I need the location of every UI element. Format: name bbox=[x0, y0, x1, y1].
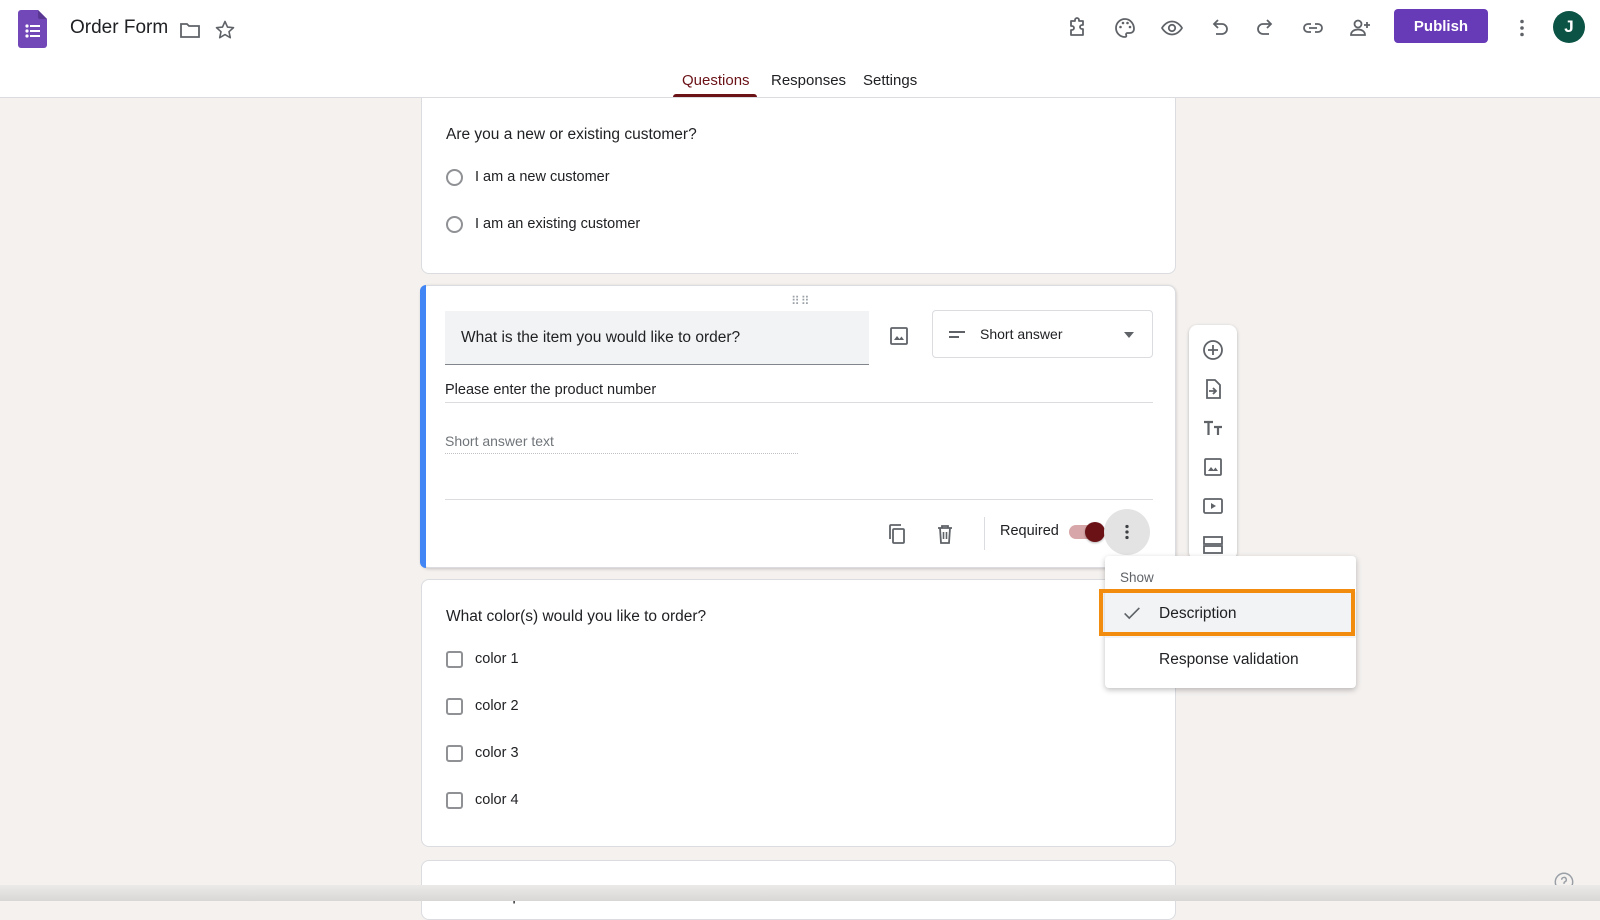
more-options-icon[interactable] bbox=[1508, 14, 1536, 42]
question-type-dropdown[interactable]: Short answer bbox=[932, 310, 1153, 358]
forms-logo-icon[interactable] bbox=[18, 10, 47, 48]
import-questions-icon[interactable] bbox=[1201, 377, 1225, 401]
checkbox[interactable] bbox=[446, 650, 463, 668]
radio-button[interactable] bbox=[446, 215, 463, 233]
highlight-annotation bbox=[1099, 589, 1355, 636]
add-image-icon[interactable] bbox=[1201, 455, 1225, 479]
required-label: Required bbox=[1000, 523, 1059, 539]
option-label: I am a new customer bbox=[475, 169, 610, 185]
toggle-thumb[interactable] bbox=[1085, 522, 1105, 542]
tab-bar: Questions Responses Settings bbox=[0, 70, 1600, 98]
menu-item-label: Response validation bbox=[1159, 651, 1299, 668]
delete-trash-icon[interactable] bbox=[933, 522, 957, 546]
option-label: color 2 bbox=[475, 698, 519, 714]
footer-separator bbox=[984, 517, 985, 550]
active-card-indicator bbox=[420, 285, 426, 568]
checkbox-option[interactable]: color 3 bbox=[446, 742, 519, 764]
question-title-input[interactable]: What is the item you would like to order… bbox=[445, 311, 869, 365]
option-label: I am an existing customer bbox=[475, 216, 641, 232]
radio-button[interactable] bbox=[446, 168, 463, 186]
tab-settings[interactable]: Settings bbox=[863, 72, 917, 89]
question-type-label: Short answer bbox=[980, 326, 1063, 342]
doc-title[interactable]: Order Form bbox=[70, 17, 168, 39]
option-label: color 3 bbox=[475, 745, 519, 761]
menu-item-description[interactable]: Description bbox=[1099, 589, 1356, 638]
radio-option[interactable]: I am a new customer bbox=[446, 166, 610, 188]
short-answer-icon bbox=[949, 331, 965, 338]
menu-section-header: Show bbox=[1120, 570, 1154, 585]
publish-button[interactable]: Publish bbox=[1394, 9, 1488, 43]
divider bbox=[445, 499, 1153, 500]
duplicate-icon[interactable] bbox=[885, 522, 909, 546]
star-icon[interactable] bbox=[213, 18, 237, 42]
drag-handle-icon[interactable]: ⠿⠿ bbox=[791, 294, 811, 308]
top-bar: Order Form Publish J Questions Responses… bbox=[0, 0, 1600, 98]
add-video-icon[interactable] bbox=[1201, 494, 1225, 518]
folder-icon[interactable] bbox=[178, 18, 202, 42]
tab-responses[interactable]: Responses bbox=[771, 72, 846, 89]
question-card-customer-type[interactable]: Are you a new or existing customer? I am… bbox=[421, 98, 1176, 274]
question-title: Are you a new or existing customer? bbox=[446, 126, 697, 143]
preview-eye-icon[interactable] bbox=[1158, 14, 1186, 42]
question-card-item[interactable]: ⠿⠿ What is the item you would like to or… bbox=[420, 285, 1176, 568]
question-card-colors[interactable]: What color(s) would you like to order? c… bbox=[421, 579, 1176, 847]
tab-questions[interactable]: Questions bbox=[682, 72, 750, 89]
active-tab-indicator bbox=[673, 94, 757, 97]
question-title: What color(s) would you like to order? bbox=[446, 608, 707, 625]
option-label: color 4 bbox=[475, 792, 519, 808]
option-label: color 1 bbox=[475, 651, 519, 667]
menu-item-response-validation[interactable]: Response validation bbox=[1105, 638, 1356, 684]
checkbox[interactable] bbox=[446, 791, 463, 809]
checkbox-option[interactable]: color 2 bbox=[446, 695, 519, 717]
addons-icon[interactable] bbox=[1064, 14, 1092, 42]
add-title-icon[interactable] bbox=[1201, 416, 1225, 440]
bottom-shadow bbox=[0, 885, 1600, 901]
question-more-button[interactable] bbox=[1104, 509, 1150, 555]
checkbox[interactable] bbox=[446, 744, 463, 762]
question-description-input[interactable]: Please enter the product number bbox=[445, 382, 1153, 403]
side-toolbar bbox=[1189, 325, 1237, 560]
add-collaborator-icon[interactable] bbox=[1346, 14, 1374, 42]
link-icon[interactable] bbox=[1299, 14, 1327, 42]
add-image-icon[interactable] bbox=[887, 324, 911, 348]
short-answer-placeholder: Short answer text bbox=[445, 433, 798, 454]
more-vert-icon bbox=[1125, 524, 1129, 540]
add-question-icon[interactable] bbox=[1201, 338, 1225, 362]
undo-icon[interactable] bbox=[1205, 14, 1233, 42]
avatar[interactable]: J bbox=[1553, 11, 1585, 43]
checkbox[interactable] bbox=[446, 697, 463, 715]
checkbox-option[interactable]: color 4 bbox=[446, 789, 519, 811]
radio-option[interactable]: I am an existing customer bbox=[446, 213, 640, 235]
question-options-menu: Show Description Response validation bbox=[1099, 556, 1356, 688]
redo-icon[interactable] bbox=[1252, 14, 1280, 42]
dropdown-arrow-icon bbox=[1124, 332, 1134, 338]
palette-icon[interactable] bbox=[1111, 14, 1139, 42]
checkbox-option[interactable]: color 1 bbox=[446, 648, 519, 670]
add-section-icon[interactable] bbox=[1201, 533, 1225, 557]
